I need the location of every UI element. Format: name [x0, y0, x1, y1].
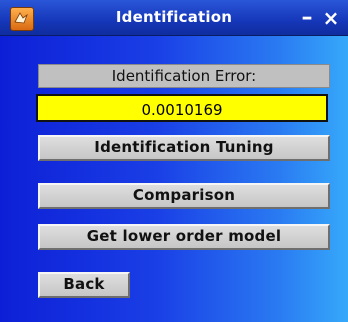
- back-button[interactable]: Back: [38, 272, 130, 298]
- minimize-button[interactable]: –: [296, 6, 318, 30]
- comparison-button[interactable]: Comparison: [38, 183, 330, 209]
- identification-error-label: Identification Error:: [38, 64, 330, 88]
- identification-error-value: 0.0010169: [36, 94, 328, 122]
- title-bar[interactable]: Identification – ×: [0, 0, 348, 36]
- identification-tuning-button[interactable]: Identification Tuning: [38, 135, 330, 161]
- get-lower-order-model-button[interactable]: Get lower order model: [38, 224, 330, 250]
- identification-window: Identification – × Identification Error:…: [0, 0, 348, 322]
- close-button[interactable]: ×: [320, 6, 342, 30]
